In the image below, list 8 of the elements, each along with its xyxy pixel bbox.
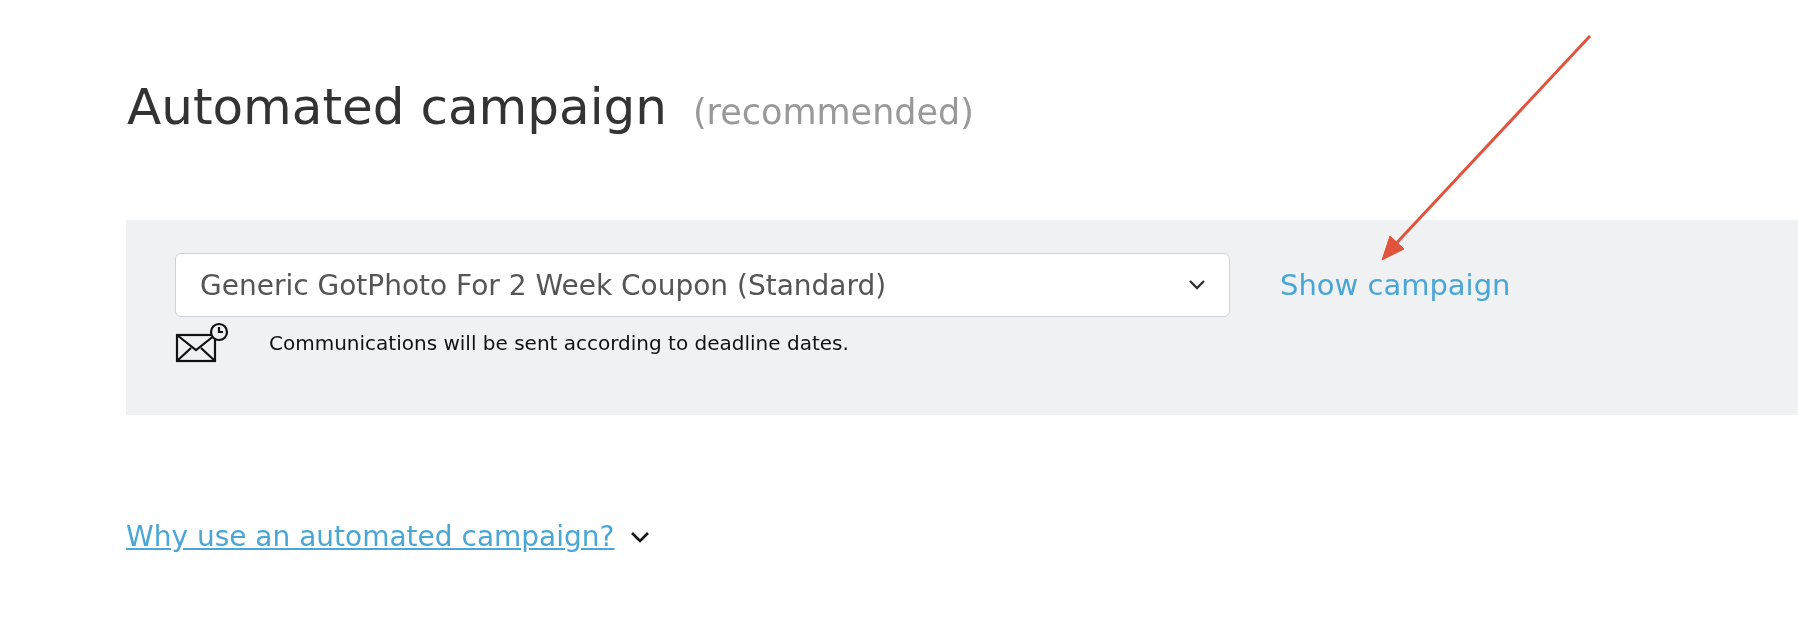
- chevron-down-icon: [1187, 279, 1207, 291]
- title-note: (recommended): [692, 92, 974, 132]
- faq-link[interactable]: Why use an automated campaign?: [126, 520, 615, 553]
- info-text: Communications will be sent according to deadline dates.: [269, 331, 849, 355]
- campaign-select[interactable]: Generic GotPhoto For 2 Week Coupon (Standard): [175, 253, 1230, 317]
- envelope-clock-icon: [175, 321, 231, 365]
- show-campaign-link[interactable]: Show campaign: [1280, 268, 1511, 302]
- page-title: Automated campaign: [127, 78, 667, 136]
